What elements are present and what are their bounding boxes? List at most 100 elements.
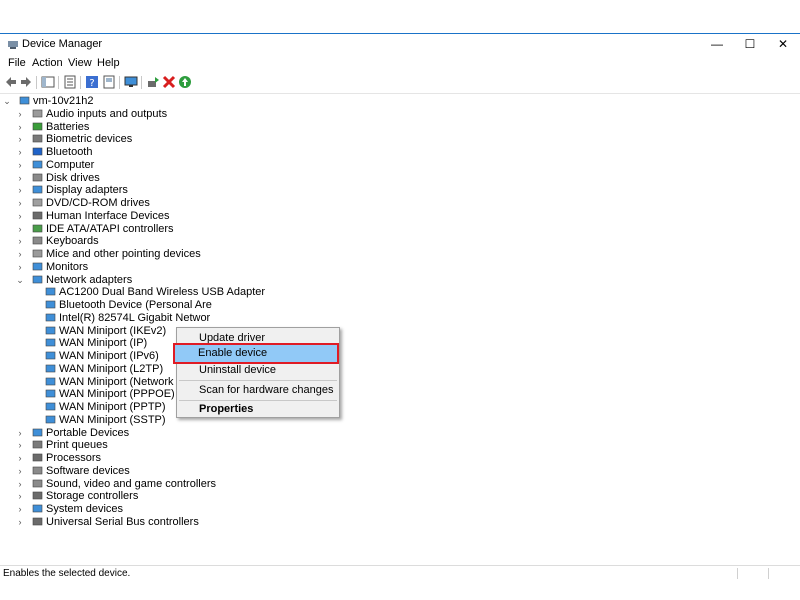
menu-uninstall-device[interactable]: Uninstall device bbox=[177, 361, 339, 379]
sound-icon bbox=[32, 479, 43, 487]
help-icon[interactable]: ? bbox=[85, 75, 99, 89]
expand-chevron-icon[interactable]: › bbox=[16, 516, 24, 529]
collapse-chevron-icon[interactable]: ⌄ bbox=[16, 274, 24, 287]
tree-item-label: Portable Devices bbox=[46, 426, 130, 439]
show-hide-tree-icon[interactable] bbox=[41, 75, 55, 89]
menu-file[interactable]: File bbox=[8, 57, 26, 69]
network-icon bbox=[45, 313, 56, 322]
tree-item-label: Intel(R) 82574L Gigabit Networ bbox=[59, 311, 211, 324]
tree-item-label: Audio inputs and outputs bbox=[46, 107, 168, 120]
menu-bar: File Action View Help bbox=[0, 55, 800, 73]
tree-item-label: vm-10v21h2 bbox=[33, 95, 94, 107]
collapse-chevron-icon[interactable]: ⌄ bbox=[3, 95, 11, 108]
expand-chevron-icon[interactable]: › bbox=[16, 439, 24, 452]
menu-item-label: Uninstall device bbox=[199, 364, 277, 376]
tree-item-label: Bluetooth Device (Personal Are bbox=[59, 299, 212, 311]
tree-item-label: Keyboards bbox=[46, 235, 99, 248]
network-icon bbox=[45, 326, 56, 334]
storage-icon bbox=[32, 491, 43, 500]
expand-chevron-icon[interactable]: › bbox=[16, 223, 24, 236]
monitor-icon bbox=[32, 262, 43, 271]
enable-device-icon[interactable] bbox=[178, 75, 192, 89]
expand-chevron-icon[interactable]: › bbox=[16, 465, 24, 478]
tree-item-label: AC1200 Dual Band Wireless USB Adapter bbox=[59, 286, 266, 299]
tree-item-label: DVD/CD-ROM drives bbox=[46, 197, 150, 209]
expand-chevron-icon[interactable]: › bbox=[16, 146, 24, 159]
disk-icon bbox=[32, 173, 43, 181]
update-driver-icon[interactable] bbox=[146, 75, 160, 89]
expand-chevron-icon[interactable]: › bbox=[16, 184, 24, 197]
network-icon bbox=[45, 389, 56, 398]
maximize-button[interactable]: ☐ bbox=[733, 34, 767, 55]
network-icon bbox=[45, 364, 56, 373]
expand-chevron-icon[interactable]: › bbox=[16, 172, 24, 185]
toolbar-separator bbox=[141, 76, 142, 89]
fingerprint-icon bbox=[32, 134, 43, 143]
network-icon bbox=[32, 275, 43, 283]
expand-chevron-icon[interactable]: › bbox=[16, 261, 24, 274]
uninstall-icon[interactable] bbox=[162, 75, 176, 89]
tree-item-label: WAN Miniport (PPPOE) bbox=[59, 388, 175, 401]
mouse-icon bbox=[32, 249, 43, 258]
bluetooth-icon bbox=[32, 147, 43, 156]
expand-chevron-icon[interactable]: › bbox=[16, 452, 24, 465]
menu-enable-device[interactable]: Enable device bbox=[173, 343, 339, 364]
expand-chevron-icon[interactable]: › bbox=[16, 248, 24, 261]
expand-chevron-icon[interactable]: › bbox=[16, 159, 24, 172]
menu-item-label: Properties bbox=[199, 403, 254, 415]
expand-chevron-icon[interactable]: › bbox=[16, 503, 24, 516]
network-icon bbox=[45, 287, 56, 296]
tree-item-label: WAN Miniport (IPv6) bbox=[59, 350, 159, 362]
menu-help[interactable]: Help bbox=[97, 57, 120, 69]
svg-text:?: ? bbox=[89, 78, 94, 89]
tree-item-label: Computer bbox=[46, 158, 95, 171]
show-hidden-icon[interactable] bbox=[102, 75, 116, 89]
tree-item-label: Human Interface Devices bbox=[46, 209, 170, 222]
tree-item-label: Universal Serial Bus controllers bbox=[46, 515, 199, 528]
menu-action[interactable]: Action bbox=[32, 57, 63, 69]
monitor-icon[interactable] bbox=[124, 75, 138, 89]
toolbar-separator bbox=[36, 76, 37, 89]
expand-chevron-icon[interactable]: › bbox=[16, 235, 24, 248]
tree-item-label: Display adapters bbox=[46, 184, 128, 197]
properties-icon[interactable] bbox=[63, 75, 77, 89]
processor-icon bbox=[32, 453, 43, 462]
tree-item-label: WAN Miniport (IP) bbox=[59, 337, 148, 350]
expand-chevron-icon[interactable]: › bbox=[16, 210, 24, 223]
expand-chevron-icon[interactable]: › bbox=[16, 121, 24, 134]
battery-icon bbox=[32, 122, 43, 130]
tree-item-label: Bluetooth bbox=[46, 146, 93, 158]
tree-item-label: Print queues bbox=[46, 439, 108, 452]
expand-chevron-icon[interactable]: › bbox=[16, 478, 24, 491]
display-icon bbox=[32, 185, 43, 194]
back-arrow-icon[interactable] bbox=[4, 75, 18, 89]
title-bar: Device Manager — ☐ ✕ bbox=[0, 34, 800, 55]
expand-chevron-icon[interactable]: › bbox=[16, 133, 24, 146]
hid-icon bbox=[32, 211, 43, 220]
menu-item-label: Scan for hardware changes bbox=[199, 384, 334, 396]
toolbar: ? bbox=[0, 73, 800, 94]
tree-item-label: WAN Miniport (L2TP) bbox=[59, 362, 164, 375]
network-icon bbox=[45, 415, 56, 424]
computer-icon bbox=[32, 160, 43, 169]
system-icon bbox=[32, 504, 43, 513]
window-title: Device Manager bbox=[22, 38, 103, 50]
menu-properties[interactable]: Properties bbox=[177, 400, 339, 418]
tree-item-label: Disk drives bbox=[46, 171, 100, 184]
expand-chevron-icon[interactable]: › bbox=[16, 108, 24, 121]
forward-arrow-icon[interactable] bbox=[19, 75, 33, 89]
close-button[interactable]: ✕ bbox=[766, 34, 800, 55]
printer-icon bbox=[32, 440, 43, 449]
menu-scan-hardware[interactable]: Scan for hardware changes bbox=[177, 381, 339, 399]
device-manager-window: Device Manager — ☐ ✕ File Action View He… bbox=[0, 33, 800, 579]
expand-chevron-icon[interactable]: › bbox=[16, 197, 24, 210]
portable-icon bbox=[32, 428, 43, 436]
tree-item-label: Batteries bbox=[46, 120, 90, 133]
minimize-button[interactable]: — bbox=[700, 34, 734, 55]
expand-chevron-icon[interactable]: › bbox=[16, 490, 24, 503]
expand-chevron-icon[interactable]: › bbox=[16, 427, 24, 440]
menu-view[interactable]: View bbox=[68, 57, 92, 69]
status-divider bbox=[768, 568, 769, 579]
computer-icon bbox=[19, 96, 30, 105]
network-icon bbox=[45, 338, 56, 347]
